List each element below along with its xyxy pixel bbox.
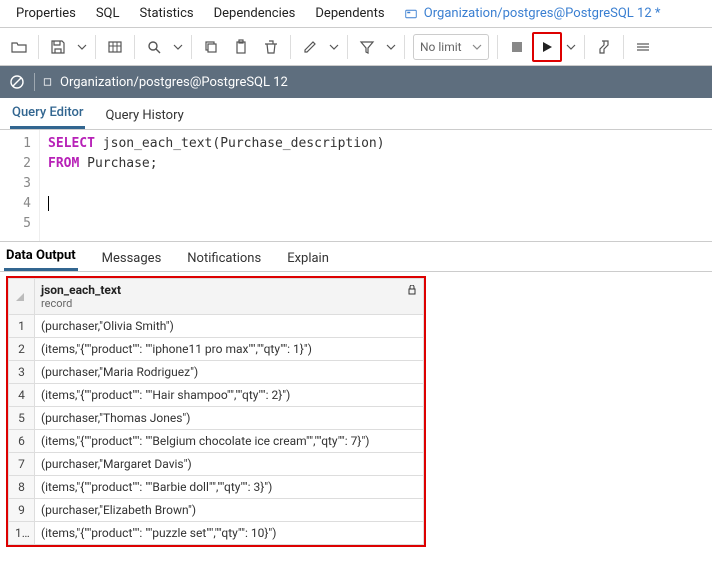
tab-query-editor[interactable]: Query Editor: [10, 98, 85, 129]
find-dropdown[interactable]: [169, 42, 187, 52]
tab-statistics[interactable]: Statistics: [130, 1, 204, 26]
limit-combo[interactable]: No limit: [413, 34, 489, 60]
results-grid-highlight: json_each_text record 1(purchaser,"Olivi…: [6, 276, 426, 547]
execute-button[interactable]: [532, 32, 562, 62]
table-row[interactable]: 4(items,"{""product"": ""Hair shampoo"",…: [9, 384, 424, 407]
object-tabs: Properties SQL Statistics Dependencies D…: [0, 0, 712, 28]
tab-messages[interactable]: Messages: [100, 245, 164, 271]
table-row[interactable]: 6(items,"{""product"": ""Belgium chocola…: [9, 430, 424, 453]
table-row[interactable]: 1(purchaser,"Olivia Smith"): [9, 315, 424, 338]
tab-query-history[interactable]: Query History: [103, 101, 185, 129]
edit-button[interactable]: [295, 32, 325, 62]
stop-button[interactable]: [502, 32, 532, 62]
commit-button[interactable]: [628, 32, 658, 62]
database-icon: [34, 73, 52, 91]
tab-properties[interactable]: Properties: [6, 1, 86, 26]
query-tool-icon: [405, 8, 417, 20]
sql-editor[interactable]: 1 2 3 4 5 SELECT json_each_text(Purchase…: [0, 130, 712, 242]
table-row[interactable]: 2(items,"{""product"": ""iphone11 pro ma…: [9, 338, 424, 361]
table-row[interactable]: 5(purchaser,"Thomas Jones"): [9, 407, 424, 430]
separator: [347, 35, 348, 59]
save-data-button[interactable]: [100, 32, 130, 62]
save-button[interactable]: [43, 32, 73, 62]
separator: [404, 35, 405, 59]
filter-button[interactable]: [352, 32, 382, 62]
code-area[interactable]: SELECT json_each_text(Purchase_descripti…: [40, 130, 712, 241]
results-grid[interactable]: json_each_text record 1(purchaser,"Olivi…: [8, 278, 424, 545]
filter-dropdown[interactable]: [382, 42, 400, 52]
table-row[interactable]: 3(purchaser,"Maria Rodriguez"): [9, 361, 424, 384]
table-row[interactable]: 9(purchaser,"Elizabeth Brown"): [9, 499, 424, 522]
tab-explain[interactable]: Explain: [285, 245, 331, 271]
grid-corner[interactable]: [9, 279, 35, 315]
toolbar: No limit: [0, 28, 712, 66]
tab-query-tool-label: Organization/postgres@PostgreSQL 12 *: [424, 6, 661, 21]
line-gutter: 1 2 3 4 5: [0, 130, 40, 241]
paste-button[interactable]: [226, 32, 256, 62]
connection-status-icon: [8, 73, 26, 91]
separator: [134, 35, 135, 59]
connection-label: Organization/postgres@PostgreSQL 12: [60, 75, 288, 90]
text-cursor: [48, 196, 49, 211]
grid-body: 1(purchaser,"Olivia Smith") 2(items,"{""…: [9, 315, 424, 545]
separator: [623, 35, 624, 59]
output-tabs: Data Output Messages Notifications Expla…: [0, 242, 712, 272]
separator: [497, 35, 498, 59]
table-row[interactable]: 8(items,"{""product"": ""Barbie doll"","…: [9, 476, 424, 499]
table-row[interactable]: 7(purchaser,"Margaret Davis"): [9, 453, 424, 476]
explain-button[interactable]: [589, 32, 619, 62]
limit-label: No limit: [420, 40, 462, 54]
tab-sql[interactable]: SQL: [86, 1, 130, 26]
separator: [290, 35, 291, 59]
separator: [38, 35, 39, 59]
separator: [191, 35, 192, 59]
table-row[interactable]: 10(items,"{""product"": ""puzzle set"","…: [9, 522, 424, 545]
tab-notifications[interactable]: Notifications: [185, 245, 263, 271]
editor-tabs: Query Editor Query History: [0, 98, 712, 130]
column-header[interactable]: json_each_text record: [35, 279, 424, 315]
connection-bar: Organization/postgres@PostgreSQL 12: [0, 66, 712, 98]
open-file-button[interactable]: [4, 32, 34, 62]
tab-dependencies[interactable]: Dependencies: [204, 1, 306, 26]
separator: [584, 35, 585, 59]
lock-icon: [407, 285, 417, 295]
tab-data-output[interactable]: Data Output: [4, 242, 78, 271]
copy-button[interactable]: [196, 32, 226, 62]
save-dropdown[interactable]: [73, 42, 91, 52]
separator: [95, 35, 96, 59]
execute-dropdown[interactable]: [562, 42, 580, 52]
edit-dropdown[interactable]: [325, 42, 343, 52]
find-button[interactable]: [139, 32, 169, 62]
tab-query-tool[interactable]: Organization/postgres@PostgreSQL 12 *: [395, 1, 671, 26]
delete-button[interactable]: [256, 32, 286, 62]
tab-dependents[interactable]: Dependents: [305, 1, 394, 26]
